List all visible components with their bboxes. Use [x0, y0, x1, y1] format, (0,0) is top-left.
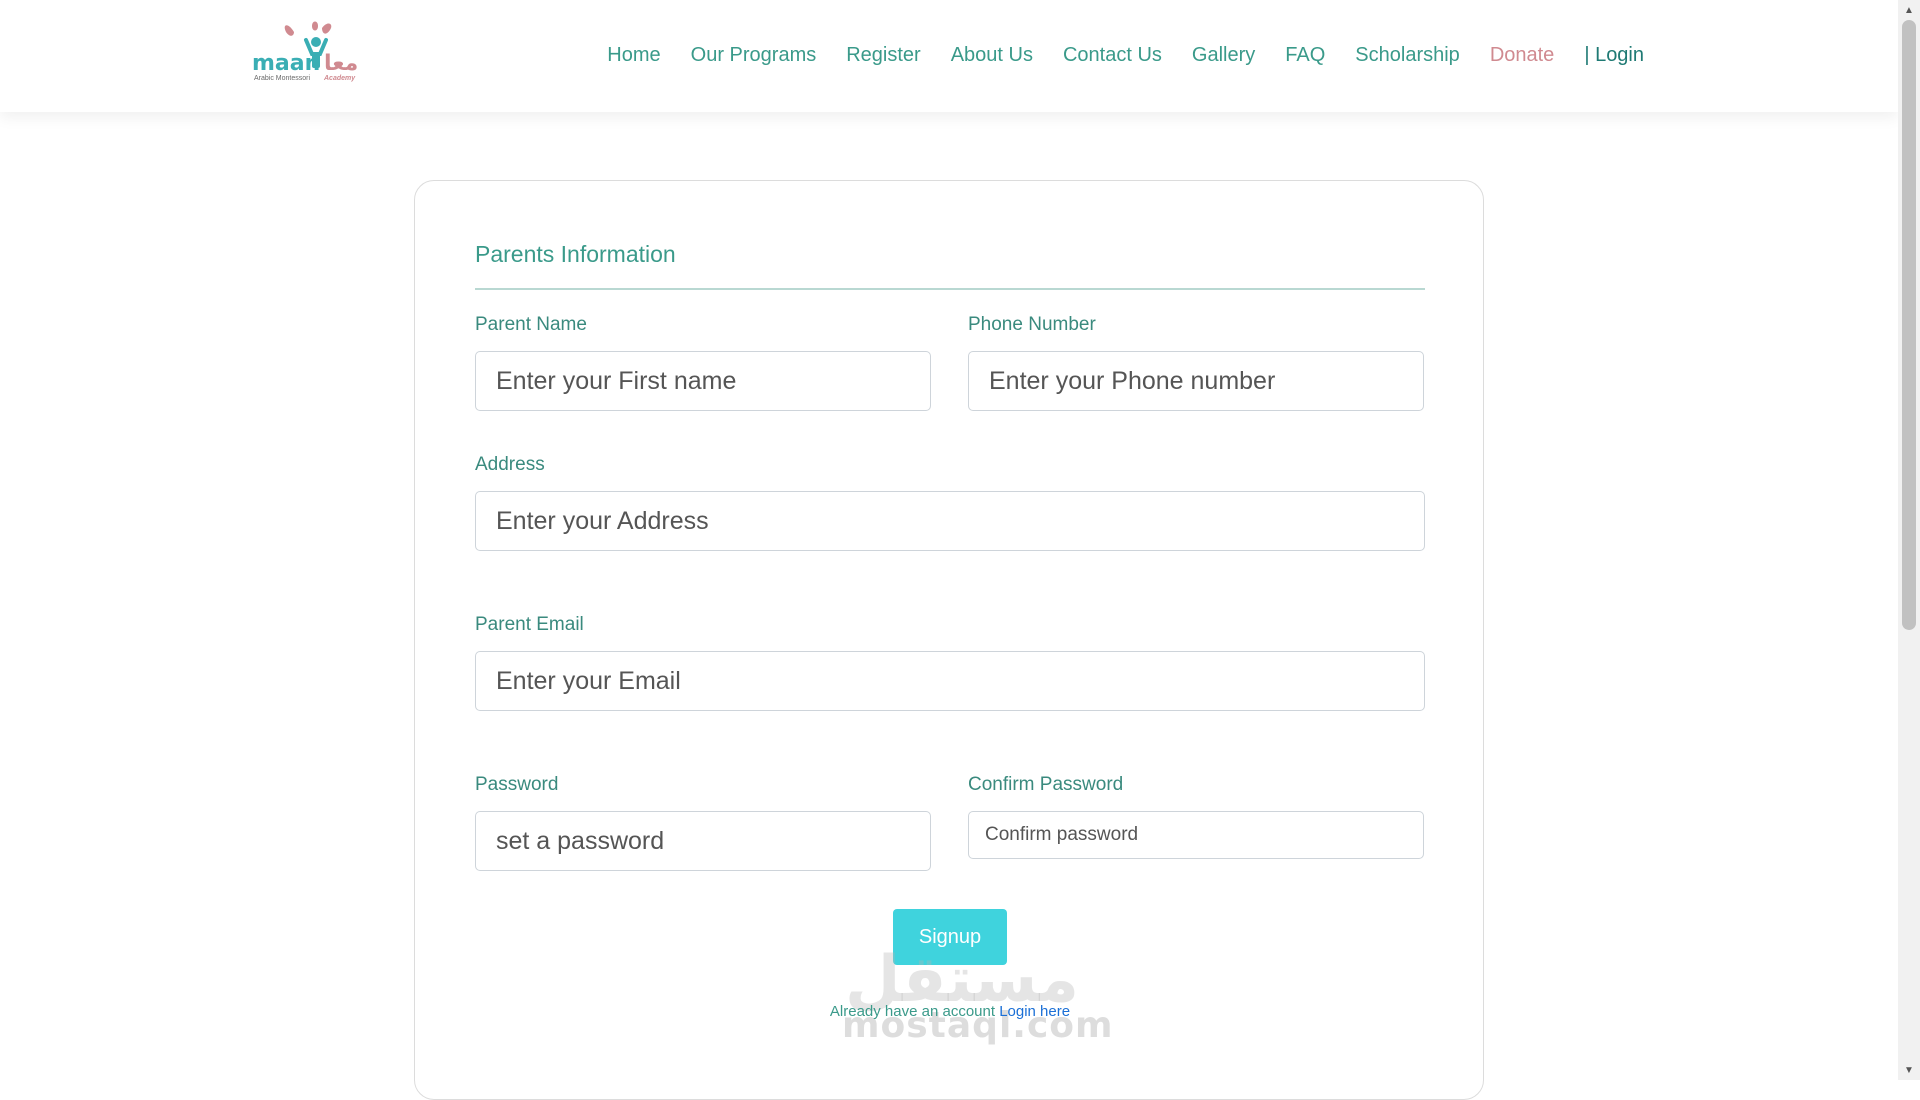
- scrollbar-thumb[interactable]: [1902, 20, 1916, 630]
- nav-item-contact-us[interactable]: Contact Us: [1063, 44, 1162, 67]
- scroll-down-arrow-icon[interactable]: ▼: [1898, 1060, 1920, 1080]
- brand-logo[interactable]: maan معا Arabic Montessori Academy: [252, 18, 370, 84]
- already-have-account-text: Already have an account: [829, 1003, 1000, 1020]
- navbar: maan معا Arabic Montessori Academy Home …: [0, 0, 1898, 112]
- section-title: Parents Information: [475, 241, 676, 267]
- parent-name-label: Parent Name: [475, 314, 587, 335]
- logo-latin: maan: [252, 51, 320, 76]
- logo-arabic: معا: [324, 51, 358, 76]
- nav-item-home[interactable]: Home: [607, 44, 660, 67]
- confirm-password-label: Confirm Password: [968, 774, 1124, 795]
- nav-item-gallery[interactable]: Gallery: [1192, 44, 1255, 67]
- nav-item-register[interactable]: Register: [846, 44, 920, 67]
- logo-tagline-1: Arabic Montessori: [254, 75, 310, 82]
- nav-item-login[interactable]: | Login: [1584, 44, 1644, 67]
- nav-item-our-programs[interactable]: Our Programs: [691, 44, 817, 67]
- address-label: Address: [475, 454, 545, 475]
- nav-item-about-us[interactable]: About Us: [951, 44, 1033, 67]
- password-label: Password: [475, 774, 559, 795]
- parent-email-input[interactable]: [475, 651, 1425, 711]
- parent-email-label: Parent Email: [475, 614, 584, 635]
- main-nav: Home Our Programs Register About Us Cont…: [577, 44, 1644, 67]
- scroll-up-arrow-icon[interactable]: ▲: [1898, 0, 1920, 20]
- phone-number-input[interactable]: [968, 351, 1424, 411]
- confirm-password-input[interactable]: [968, 811, 1424, 859]
- login-here-link[interactable]: Login here: [999, 1003, 1070, 1020]
- logo-tagline-2: Academy: [323, 75, 356, 82]
- nav-item-scholarship[interactable]: Scholarship: [1355, 44, 1460, 67]
- already-have-account: Already have an account Login here: [415, 1003, 1485, 1020]
- page-scrollbar[interactable]: ▲ ▼: [1898, 0, 1920, 1080]
- logo-graphic: maan معا Arabic Montessori Academy: [252, 21, 358, 82]
- nav-item-faq[interactable]: FAQ: [1285, 44, 1325, 67]
- parent-name-input[interactable]: [475, 351, 931, 411]
- section-divider: [475, 288, 1425, 290]
- phone-number-label: Phone Number: [968, 314, 1096, 335]
- nav-item-donate[interactable]: Donate: [1490, 44, 1555, 67]
- password-input[interactable]: [475, 811, 931, 871]
- mostaql-watermark: مستقل mostaql.com: [842, 945, 1113, 1046]
- address-input[interactable]: [475, 491, 1425, 551]
